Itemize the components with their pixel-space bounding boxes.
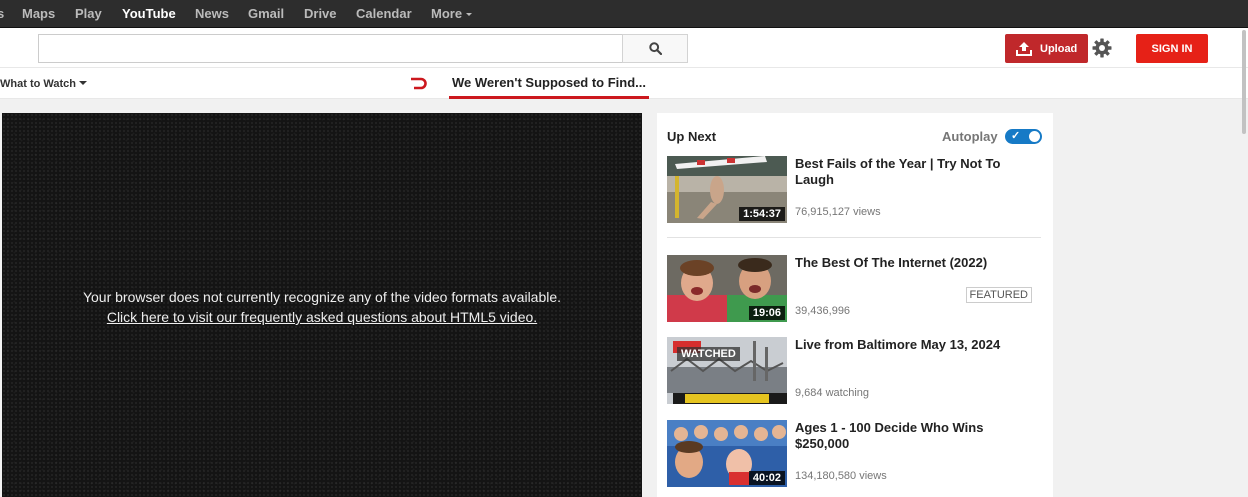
suggested-video[interactable]: 1:54:37 Best Fails of the Year | Try Not…	[667, 156, 1043, 224]
gbar-item-youtube[interactable]: YouTube	[122, 6, 176, 21]
gbar-more-label: More	[431, 6, 463, 21]
gbar-item-maps[interactable]: Maps	[22, 6, 55, 21]
video-views: 39,436,996	[795, 305, 851, 317]
caret-down-icon	[466, 13, 473, 17]
google-bar: s Maps Play YouTube News Gmail Drive Cal…	[0, 0, 1248, 28]
video-player[interactable]: Your browser does not currently recogniz…	[2, 113, 642, 497]
now-playing-title[interactable]: We Weren't Supposed to Find...	[449, 75, 650, 99]
check-icon: ✓	[1011, 130, 1021, 142]
suggested-video[interactable]: 40:02 Ages 1 - 100 Decide Who Wins $250,…	[667, 420, 1043, 488]
sub-navigation: What to Watch We Weren't Supposed to Fin…	[0, 68, 1248, 99]
video-title[interactable]: Best Fails of the Year | Try Not To Laug…	[795, 156, 1035, 188]
video-duration: 19:06	[748, 306, 785, 320]
gbar-item-calendar[interactable]: Calendar	[356, 6, 412, 21]
video-title[interactable]: Ages 1 - 100 Decide Who Wins $250,000	[795, 420, 1035, 452]
video-thumbnail[interactable]: 1:54:37	[667, 156, 787, 223]
search-input[interactable]	[38, 34, 623, 63]
watched-overlay: WATCHED	[677, 347, 740, 361]
video-duration: 40:02	[748, 471, 785, 485]
gbar-item-partial[interactable]: s	[0, 6, 4, 21]
scrollbar-thumb[interactable]	[1242, 30, 1246, 134]
sign-in-button[interactable]: SIGN IN	[1136, 34, 1208, 63]
search-button[interactable]	[622, 34, 688, 63]
what-to-watch-label: What to Watch	[0, 78, 76, 90]
video-views: 134,180,580 views	[795, 470, 887, 482]
suggested-video[interactable]: 19:06 The Best Of The Internet (2022) 39…	[667, 255, 1043, 323]
gbar-item-drive[interactable]: Drive	[304, 6, 337, 21]
suggested-video[interactable]: WATCHED Live from Baltimore May 13, 2024…	[667, 337, 1043, 405]
video-duration: 1:54:37	[739, 207, 785, 221]
masthead: Upload SIGN IN	[0, 28, 1248, 68]
gbar-item-news[interactable]: News	[195, 6, 229, 21]
upload-label: Upload	[1040, 42, 1078, 55]
html5-faq-link[interactable]: Click here to visit our frequently asked…	[107, 309, 537, 325]
up-next-heading: Up Next	[667, 129, 717, 144]
upload-button[interactable]: Upload	[1005, 34, 1088, 63]
video-thumbnail[interactable]: 19:06	[667, 255, 787, 322]
autoplay-label: Autoplay	[942, 129, 998, 144]
gear-icon[interactable]	[1092, 38, 1112, 58]
divider	[667, 237, 1041, 238]
caret-down-icon	[78, 81, 87, 85]
player-error-text: Your browser does not currently recogniz…	[82, 289, 562, 305]
upload-icon	[1016, 42, 1032, 56]
gbar-item-gmail[interactable]: Gmail	[248, 6, 284, 21]
player-error-message: Your browser does not currently recogniz…	[2, 287, 642, 327]
featured-badge: FEATURED	[965, 287, 1032, 303]
autoplay-toggle[interactable]: ✓	[1005, 129, 1042, 144]
video-views: 9,684 watching	[795, 387, 869, 399]
gbar-item-play[interactable]: Play	[75, 6, 102, 21]
video-thumbnail[interactable]: WATCHED	[667, 337, 787, 404]
search-icon	[648, 42, 662, 55]
what-to-watch-menu[interactable]: What to Watch	[0, 78, 87, 90]
watch-sidebar: Up Next Autoplay ✓ 1:54:37 Best Fails of…	[657, 113, 1053, 497]
video-views: 76,915,127 views	[795, 206, 881, 218]
toggle-knob	[1029, 131, 1040, 142]
video-title[interactable]: Live from Baltimore May 13, 2024	[795, 337, 1035, 353]
back-arrow-icon[interactable]	[410, 76, 428, 90]
video-title[interactable]: The Best Of The Internet (2022)	[795, 255, 1035, 271]
gbar-item-more[interactable]: More	[431, 6, 473, 21]
video-thumbnail[interactable]: 40:02	[667, 420, 787, 487]
